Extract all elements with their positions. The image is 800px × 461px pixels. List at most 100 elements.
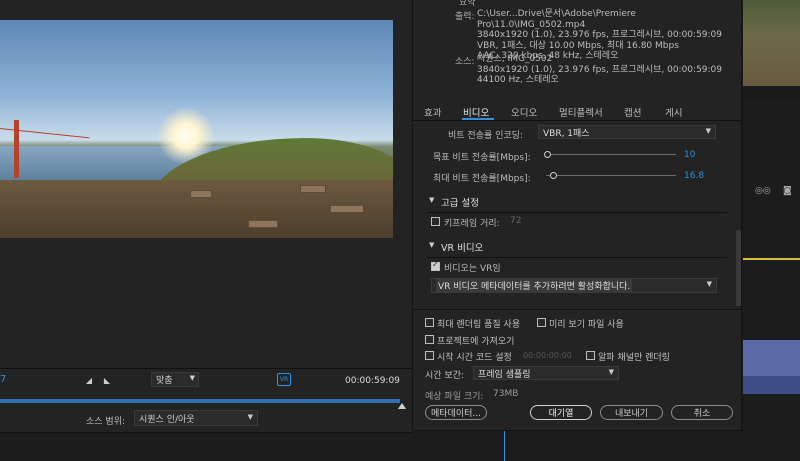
- chevron-down-icon: ▼: [429, 196, 435, 204]
- bench: [248, 220, 278, 228]
- video-settings-panel: 비트 전송률 인코딩: VBR, 1패스 ▼ 목표 비트 전송률[Mbps]: …: [413, 122, 735, 308]
- start-timecode-checkbox[interactable]: [425, 351, 434, 360]
- tab-multiplexer[interactable]: 멀티플렉서: [559, 105, 603, 119]
- chevron-down-icon: ▼: [608, 368, 614, 376]
- source-name: 시퀀스, IMG_0502: [477, 54, 553, 64]
- use-previews-label: 미리 보기 파일 사용: [549, 320, 624, 330]
- bitrate-encoding-select[interactable]: VBR, 1패스 ▼: [538, 125, 716, 139]
- timeline-strip: [0, 432, 412, 461]
- summary-title: 요약: [459, 0, 476, 8]
- target-bitrate-value[interactable]: 10: [684, 150, 695, 160]
- vr-metadata-select[interactable]: VR 비디오 메타데이터를 추가하려면 활성화합니다. ▼: [431, 278, 717, 293]
- target-bitrate-track[interactable]: [546, 154, 676, 155]
- vr-toggle-icon[interactable]: ◎◎: [755, 186, 771, 196]
- tab-video[interactable]: 비디오: [463, 105, 489, 119]
- start-timecode-label: 시작 시간 코드 설정: [437, 353, 512, 363]
- active-tab-indicator: [462, 118, 494, 120]
- render-alpha-checkbox[interactable]: [586, 351, 595, 360]
- vr-video-toggle-icon[interactable]: VR: [277, 373, 291, 386]
- timeline-area: [412, 430, 743, 461]
- import-into-project-checkbox[interactable]: [425, 335, 434, 344]
- advanced-settings-header[interactable]: ▼ 고급 설정: [427, 193, 727, 213]
- bitrate-encoding-label: 비트 전송률 인코딩:: [448, 131, 523, 141]
- bench: [190, 190, 212, 198]
- mark-in-icon[interactable]: ◢: [84, 375, 94, 385]
- source-audio-info: 44100 Hz, 스테레오: [477, 75, 559, 85]
- tab-bar: [743, 86, 800, 100]
- source-range-value: 시퀀스 인/아웃: [139, 414, 195, 425]
- divider: [0, 368, 412, 369]
- video-preview[interactable]: [0, 20, 393, 238]
- duration-timecode: 00:00:59:09: [345, 376, 400, 386]
- bench: [300, 185, 326, 193]
- metadata-button[interactable]: 메타데이터...: [425, 405, 487, 420]
- bitrate-encoding-value: VBR, 1패스: [543, 128, 590, 139]
- start-timecode-value[interactable]: 00:00:00:00: [523, 351, 572, 360]
- source-video-info: 3840x1920 (1.0), 23.976 fps, 프로그레시브, 00:…: [477, 64, 723, 75]
- source-range-label: 소스 범위:: [86, 417, 126, 427]
- camera-icon[interactable]: ◙: [783, 186, 792, 196]
- zoom-fit-label: 맞춤: [156, 376, 173, 386]
- target-bitrate-label: 목표 비트 전송률[Mbps]:: [433, 153, 531, 163]
- vr-video-title: VR 비디오: [441, 243, 484, 254]
- keyframe-distance-label: 키프레임 거리:: [444, 219, 500, 229]
- source-range-select[interactable]: 시퀀스 인/아웃 ▼: [134, 410, 258, 426]
- source-details: 시퀀스, IMG_0502 3840x1920 (1.0), 23.976 fp…: [477, 54, 722, 86]
- estimated-size-value: 73MB: [493, 389, 519, 399]
- max-bitrate-value[interactable]: 16.8: [684, 171, 704, 181]
- output-bitrate-info: VBR, 1패스, 대상 10.00 Mbps, 최대 16.80 Mbps: [477, 40, 679, 51]
- render-alpha-label: 알파 채널만 렌더링: [598, 353, 670, 363]
- export-button[interactable]: 내보내기: [600, 405, 663, 420]
- playhead-end-marker[interactable]: [398, 403, 406, 409]
- work-area-bar[interactable]: [743, 258, 800, 260]
- audio-clip[interactable]: [743, 376, 800, 394]
- chevron-down-icon: ▼: [705, 127, 711, 135]
- max-bitrate-slider[interactable]: [550, 172, 557, 179]
- output-label: 출력:: [455, 12, 475, 22]
- program-preview[interactable]: [743, 0, 800, 86]
- mark-out-icon[interactable]: ◣: [102, 375, 112, 385]
- output-path[interactable]: C:\User...Drive\문서\Adobe\Premiere Pro\11…: [477, 9, 743, 30]
- current-timecode[interactable]: 7: [0, 374, 6, 385]
- chevron-down-icon: ▼: [189, 374, 195, 382]
- chevron-down-icon: ▼: [429, 241, 435, 249]
- vr-video-header[interactable]: ▼ VR 비디오: [427, 238, 727, 258]
- vr-metadata-value: VR 비디오 메타데이터를 추가하려면 활성화합니다.: [436, 279, 633, 292]
- export-settings-dialog: 요약 출력: C:\User...Drive\문서\Adobe\Premiere…: [412, 0, 743, 430]
- time-interpolation-select[interactable]: 프레임 샘플링 ▼: [473, 366, 619, 380]
- max-bitrate-label: 최대 비트 전송률[Mbps]:: [433, 174, 531, 184]
- summary-section: 요약 출력: C:\User...Drive\문서\Adobe\Premiere…: [413, 0, 743, 100]
- export-options: 최대 렌더링 품질 사용 미리 보기 파일 사용 프로젝트에 가져오기 시작 시…: [413, 309, 743, 430]
- advanced-settings-title: 고급 설정: [441, 198, 479, 209]
- tab-publish[interactable]: 게시: [665, 105, 682, 119]
- tab-effects[interactable]: 효과: [424, 105, 441, 119]
- keyframe-distance-value[interactable]: 72: [510, 216, 521, 226]
- video-is-vr-checkbox[interactable]: [431, 260, 440, 271]
- tab-captions[interactable]: 캡션: [624, 105, 641, 119]
- estimated-size-label: 예상 파일 크기:: [425, 392, 484, 402]
- video-is-vr-label: 비디오는 VR임: [444, 264, 501, 274]
- playhead-line[interactable]: [504, 431, 505, 461]
- queue-button[interactable]: 대기열: [530, 405, 592, 420]
- target-bitrate-slider[interactable]: [544, 151, 551, 158]
- time-interpolation-value: 프레임 샘플링: [478, 369, 531, 380]
- import-into-project-label: 프로젝트에 가져오기: [437, 337, 515, 347]
- source-monitor-panel: 7 ◢ ◣ 맞춤 ▼ VR 00:00:59:09 소스 범위: 시퀀스 인/아…: [0, 0, 412, 461]
- time-interpolation-label: 시간 보간:: [425, 371, 465, 381]
- cancel-button[interactable]: 취소: [671, 405, 733, 420]
- chevron-down-icon: ▼: [247, 413, 253, 421]
- max-bitrate-track[interactable]: [546, 175, 676, 176]
- zoom-fit-select[interactable]: 맞춤 ▼: [151, 372, 199, 387]
- tab-audio[interactable]: 오디오: [511, 105, 537, 119]
- chevron-down-icon: ▼: [706, 280, 712, 288]
- output-video-info: 3840x1920 (1.0), 23.976 fps, 프로그레시브, 00:…: [477, 30, 723, 40]
- max-render-quality-checkbox[interactable]: [425, 318, 434, 327]
- max-render-quality-label: 최대 렌더링 품질 사용: [437, 320, 521, 330]
- use-previews-checkbox[interactable]: [537, 318, 546, 327]
- scrub-bar[interactable]: [0, 399, 400, 403]
- settings-scrollbar[interactable]: [736, 230, 741, 306]
- keyframe-distance-checkbox[interactable]: [431, 217, 440, 226]
- program-monitor-panel: ◎◎ ◙: [743, 0, 800, 461]
- source-label: 소스:: [455, 57, 475, 67]
- bench: [330, 205, 364, 213]
